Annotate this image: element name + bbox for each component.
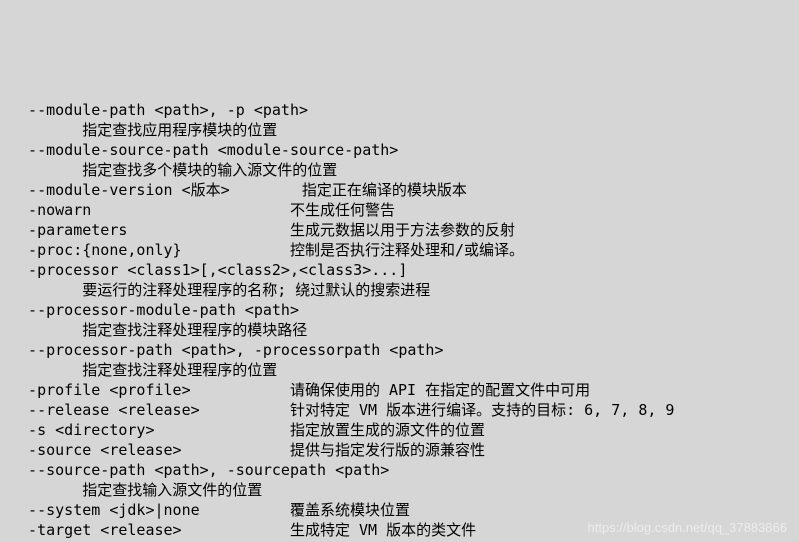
help-line: --module-version <版本> 指定正在编译的模块版本 (10, 181, 467, 199)
help-line: -s <directory> 指定放置生成的源文件的位置 (10, 421, 485, 439)
help-line: -nowarn 不生成任何警告 (10, 201, 395, 219)
help-line: 指定查找输入源文件的位置 (10, 481, 262, 499)
help-line: --module-path <path>, -p <path> (10, 101, 308, 119)
help-text-block: --module-path <path>, -p <path> 指定查找应用程序… (0, 80, 799, 542)
help-line: --source-path <path>, -sourcepath <path> (10, 461, 389, 479)
help-line: -source <release> 提供与指定发行版的源兼容性 (10, 441, 485, 459)
help-line: -proc:{none,only} 控制是否执行注释处理和/或编译。 (10, 241, 524, 259)
help-line: 要运行的注释处理程序的名称; 绕过默认的搜索进程 (10, 281, 430, 299)
help-line: --processor-module-path <path> (10, 301, 299, 319)
help-line: -parameters 生成元数据以用于方法参数的反射 (10, 221, 515, 239)
help-line: -target <release> 生成特定 VM 版本的类文件 (10, 521, 476, 539)
help-line: -processor <class1>[,<class2>,<class3>..… (10, 261, 407, 279)
help-line: -profile <profile> 请确保使用的 API 在指定的配置文件中可… (10, 381, 590, 399)
help-line: 指定查找多个模块的输入源文件的位置 (10, 161, 337, 179)
help-line: --release <release> 针对特定 VM 版本进行编译。支持的目标… (10, 401, 674, 419)
help-line: 指定查找应用程序模块的位置 (10, 121, 277, 139)
help-line: 指定查找注释处理程序的位置 (10, 361, 277, 379)
help-line: 指定查找注释处理程序的模块路径 (10, 321, 307, 339)
help-line: --processor-path <path>, -processorpath … (10, 341, 443, 359)
help-line: --module-source-path <module-source-path… (10, 141, 398, 159)
help-line: --system <jdk>|none 覆盖系统模块位置 (10, 501, 410, 519)
